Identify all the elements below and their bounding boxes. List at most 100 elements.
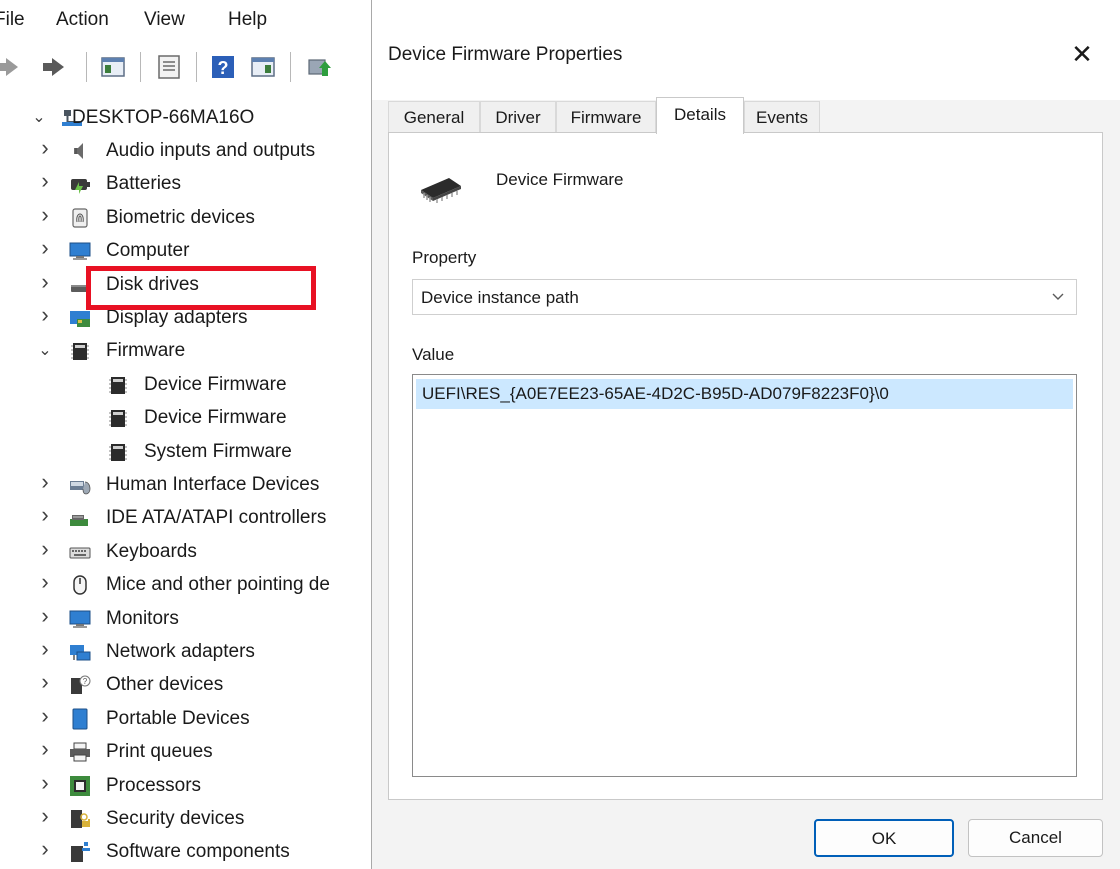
chevron-right-icon[interactable]: › bbox=[36, 805, 54, 827]
tree-root-label: DESKTOP-66MA16O bbox=[72, 107, 255, 128]
tree-item-label: Security devices bbox=[106, 808, 245, 829]
help-icon[interactable]: ? bbox=[210, 54, 236, 80]
tree-category-item[interactable]: › Biometric devices bbox=[36, 202, 370, 235]
toolbar: ? bbox=[0, 44, 380, 92]
tab-events[interactable]: Events bbox=[744, 101, 820, 133]
chevron-right-icon[interactable]: › bbox=[36, 638, 54, 660]
tree-item-label: System Firmware bbox=[144, 440, 292, 462]
tree-item-label: Display adapters bbox=[106, 307, 248, 328]
screen: File Action View Help ? ⌄ DESKTOP-66MA16… bbox=[0, 0, 1120, 869]
tree-category-item[interactable]: › Computer bbox=[36, 235, 370, 268]
value-list[interactable]: UEFI\RES_{A0E7EE23-65AE-4D2C-B95D-AD079F… bbox=[412, 374, 1077, 777]
menu-action[interactable]: Action bbox=[56, 9, 109, 31]
tree-category-item[interactable]: ›? Other devices bbox=[36, 669, 370, 702]
tree-category-item[interactable]: › Batteries bbox=[36, 168, 370, 201]
tree-item-label: Device Firmware bbox=[144, 373, 287, 395]
chevron-right-icon[interactable]: › bbox=[36, 504, 54, 526]
chip-icon bbox=[109, 376, 127, 394]
tree-child-item[interactable]: Device Firmware bbox=[82, 402, 370, 435]
chevron-right-icon[interactable]: › bbox=[36, 203, 54, 225]
chip-icon bbox=[71, 343, 89, 361]
menu-file[interactable]: File bbox=[0, 9, 25, 31]
forward-arrow-icon[interactable] bbox=[40, 54, 66, 80]
value-text: UEFI\RES_{A0E7EE23-65AE-4D2C-B95D-AD079F… bbox=[422, 384, 889, 403]
hid-icon bbox=[70, 481, 91, 495]
dialog-title: Device Firmware Properties bbox=[388, 44, 623, 65]
tree-category-item[interactable]: › IDE ATA/ATAPI controllers bbox=[36, 502, 370, 535]
device-chip-icon bbox=[421, 178, 461, 203]
show-hide-console-tree-icon[interactable] bbox=[100, 54, 126, 80]
highlight-annotation bbox=[86, 266, 316, 310]
tree-category-item[interactable]: › Software components bbox=[36, 836, 370, 869]
tree-child-item[interactable]: Device Firmware bbox=[82, 369, 370, 402]
tree-item-label: Firmware bbox=[106, 340, 186, 362]
tree-root[interactable]: ⌄ DESKTOP-66MA16O bbox=[30, 102, 370, 135]
tree-category-item[interactable]: › Print queues bbox=[36, 736, 370, 769]
cancel-button[interactable]: Cancel bbox=[968, 819, 1103, 857]
chevron-right-icon[interactable]: › bbox=[36, 571, 54, 593]
property-select[interactable]: Device instance path bbox=[412, 279, 1077, 315]
tree-category-item[interactable]: › Human Interface Devices bbox=[36, 469, 370, 502]
tree-item-label: IDE ATA/ATAPI controllers bbox=[106, 507, 327, 529]
chevron-right-icon[interactable]: › bbox=[36, 771, 54, 793]
monitor-icon bbox=[69, 610, 91, 628]
speaker-icon bbox=[74, 143, 83, 159]
network-adapter-icon bbox=[70, 645, 91, 661]
chip-icon bbox=[109, 443, 127, 461]
menu-help[interactable]: Help bbox=[228, 9, 267, 31]
chevron-right-icon[interactable]: › bbox=[36, 471, 54, 493]
portable-device-icon bbox=[72, 708, 88, 730]
tree-item-label: Human Interface Devices bbox=[106, 474, 320, 495]
chevron-right-icon[interactable]: › bbox=[36, 237, 54, 259]
chevron-right-icon[interactable]: › bbox=[36, 304, 54, 326]
value-label: Value bbox=[412, 345, 455, 364]
chevron-down-icon[interactable]: ⌄ bbox=[30, 108, 48, 128]
menu-view[interactable]: View bbox=[144, 9, 185, 31]
properties-icon[interactable] bbox=[156, 54, 182, 80]
tree-category-item[interactable]: › Processors bbox=[36, 770, 370, 803]
ok-button[interactable]: OK bbox=[814, 819, 954, 857]
tab-details[interactable]: Details bbox=[656, 97, 744, 134]
tree-category-item[interactable]: › Portable Devices bbox=[36, 703, 370, 736]
tree-category-item[interactable]: ⌄ Firmware bbox=[36, 335, 370, 368]
tree-category-item[interactable]: › Keyboards bbox=[36, 536, 370, 569]
chevron-right-icon[interactable]: › bbox=[36, 704, 54, 726]
monitor-icon bbox=[69, 242, 91, 261]
svg-text:?: ? bbox=[83, 677, 88, 686]
back-arrow-icon[interactable] bbox=[0, 54, 22, 80]
chevron-right-icon[interactable]: › bbox=[36, 537, 54, 559]
close-icon[interactable]: ✕ bbox=[1064, 36, 1100, 72]
dialog-titlebar: Device Firmware Properties ✕ bbox=[372, 0, 1120, 100]
tree-category-item[interactable]: › Network adapters bbox=[36, 636, 370, 669]
tree-item-label: Batteries bbox=[106, 173, 181, 195]
tree-child-item[interactable]: System Firmware bbox=[82, 436, 370, 469]
property-label: Property bbox=[412, 248, 477, 267]
tab-driver[interactable]: Driver bbox=[480, 101, 556, 133]
tree-item-label: Monitors bbox=[106, 607, 179, 629]
tree-category-item[interactable]: › Monitors bbox=[36, 603, 370, 636]
mouse-icon bbox=[73, 575, 87, 595]
chevron-down-icon[interactable]: ⌄ bbox=[36, 341, 54, 361]
chevron-right-icon[interactable]: › bbox=[36, 137, 54, 159]
property-select-value: Device instance path bbox=[421, 288, 579, 307]
chevron-right-icon[interactable]: › bbox=[36, 270, 54, 292]
update-driver-icon[interactable] bbox=[306, 54, 332, 80]
tab-general[interactable]: General bbox=[388, 101, 480, 133]
value-list-item[interactable]: UEFI\RES_{A0E7EE23-65AE-4D2C-B95D-AD079F… bbox=[416, 379, 1073, 409]
chevron-right-icon[interactable]: › bbox=[36, 604, 54, 626]
printer-icon bbox=[70, 742, 90, 762]
chevron-right-icon[interactable]: › bbox=[36, 738, 54, 760]
chevron-right-icon[interactable]: › bbox=[36, 838, 54, 860]
action-pane-icon[interactable] bbox=[250, 54, 276, 80]
properties-dialog: Device Firmware Properties ✕ General Dri… bbox=[371, 0, 1120, 869]
tab-firmware[interactable]: Firmware bbox=[556, 101, 656, 133]
chevron-right-icon[interactable]: › bbox=[36, 170, 54, 192]
tree-category-item[interactable]: › Audio inputs and outputs bbox=[36, 135, 370, 168]
chevron-right-icon[interactable]: › bbox=[36, 671, 54, 693]
tree-item-label: Software components bbox=[106, 841, 290, 863]
tree-category-item[interactable]: › Mice and other pointing de bbox=[36, 569, 370, 602]
chip-icon bbox=[109, 410, 127, 428]
keyboard-icon bbox=[69, 547, 91, 559]
device-tree: ⌄ DESKTOP-66MA16O › Audio inputs and outp… bbox=[0, 100, 370, 869]
tree-category-item[interactable]: › Security devices bbox=[36, 803, 370, 836]
